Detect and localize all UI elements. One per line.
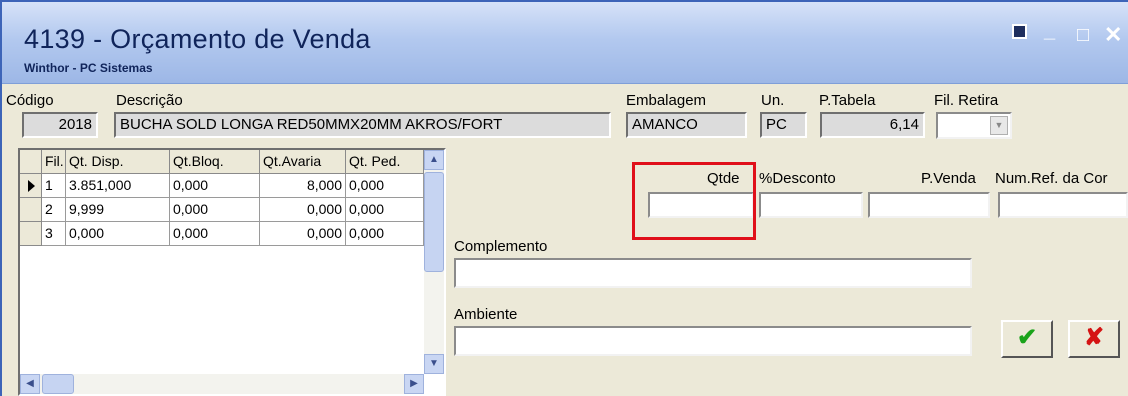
confirm-button[interactable]: ✔ xyxy=(1001,320,1053,358)
cell-fil[interactable]: 3 xyxy=(42,222,66,246)
scroll-up-icon[interactable]: ▲ xyxy=(424,150,444,170)
fil-retira-label: Fil. Retira xyxy=(934,92,999,109)
cell-qt-bloq[interactable]: 0,000 xyxy=(170,198,260,222)
p-tabela-field[interactable]: 6,14 xyxy=(820,112,925,138)
checkmark-icon: ✔ xyxy=(1016,324,1038,351)
chevron-down-icon[interactable]: ▼ xyxy=(990,116,1008,135)
horizontal-scroll-thumb[interactable] xyxy=(42,374,74,394)
cell-fil[interactable]: 1 xyxy=(42,174,66,198)
scroll-right-icon[interactable]: ▶ xyxy=(404,374,424,394)
row-indicator xyxy=(20,222,42,246)
current-row-icon xyxy=(28,180,35,192)
descricao-label: Descrição xyxy=(116,92,183,109)
unidade-field[interactable]: PC xyxy=(760,112,807,138)
num-ref-field[interactable] xyxy=(998,192,1128,218)
col-qt-disp[interactable]: Qt. Disp. xyxy=(66,150,170,174)
ambiente-field[interactable] xyxy=(454,326,972,356)
scroll-left-icon[interactable]: ◀ xyxy=(20,374,40,394)
cell-qt-bloq[interactable]: 0,000 xyxy=(170,174,260,198)
cell-qt-disp[interactable]: 3.851,000 xyxy=(66,174,170,198)
cell-fil[interactable]: 2 xyxy=(42,198,66,222)
qtde-highlight-box xyxy=(632,162,756,240)
x-icon: ✘ xyxy=(1083,324,1105,351)
complemento-label: Complemento xyxy=(454,238,548,255)
embalagem-label: Embalagem xyxy=(626,92,707,109)
complemento-field[interactable] xyxy=(454,258,972,288)
row-indicator xyxy=(20,198,42,222)
close-button[interactable]: ✕ xyxy=(1104,22,1122,48)
fil-retira-select[interactable]: ▼ xyxy=(936,112,1012,139)
cell-qt-disp[interactable]: 9,999 xyxy=(66,198,170,222)
p-tabela-label: P.Tabela xyxy=(819,92,876,109)
vertical-scrollbar[interactable]: ▲ ▼ xyxy=(424,150,444,374)
maximize-button[interactable]: □ xyxy=(1077,24,1089,47)
window-subtitle: Winthor - PC Sistemas xyxy=(24,61,153,75)
col-qt-avaria[interactable]: Qt.Avaria xyxy=(260,150,346,174)
codigo-field[interactable]: 2018 xyxy=(22,112,98,138)
unidade-label: Un. xyxy=(761,92,785,109)
cell-qt-ped[interactable]: 0,000 xyxy=(346,222,424,246)
grid-header: Fil. Qt. Disp. Qt.Bloq. Qt.Avaria Qt. Pe… xyxy=(20,150,424,174)
vertical-scroll-thumb[interactable] xyxy=(424,172,444,272)
p-venda-label: P.Venda xyxy=(921,170,976,187)
restore-icon[interactable] xyxy=(1012,24,1027,39)
col-qt-ped[interactable]: Qt. Ped. xyxy=(346,150,424,174)
cancel-button[interactable]: ✘ xyxy=(1068,320,1120,358)
p-venda-field[interactable] xyxy=(868,192,990,218)
desconto-label: %Desconto xyxy=(759,170,836,187)
grid-corner xyxy=(20,150,42,174)
table-row[interactable]: 1 3.851,000 0,000 8,000 0,000 xyxy=(20,174,424,198)
cell-qt-avaria[interactable]: 0,000 xyxy=(260,198,346,222)
window-title: 4139 - Orçamento de Venda xyxy=(24,24,371,54)
cell-qt-ped[interactable]: 0,000 xyxy=(346,174,424,198)
title-bar[interactable]: 4139 - Orçamento de Venda Winthor - PC S… xyxy=(2,2,1128,84)
col-fil[interactable]: Fil. xyxy=(42,150,66,174)
embalagem-field[interactable]: AMANCO xyxy=(626,112,747,138)
cell-qt-avaria[interactable]: 8,000 xyxy=(260,174,346,198)
cell-qt-disp[interactable]: 0,000 xyxy=(66,222,170,246)
desconto-field[interactable] xyxy=(759,192,863,218)
num-ref-label: Num.Ref. da Cor xyxy=(995,170,1108,187)
row-indicator xyxy=(20,174,42,198)
stock-grid[interactable]: Fil. Qt. Disp. Qt.Bloq. Qt.Avaria Qt. Pe… xyxy=(18,148,446,396)
order-window: 4139 - Orçamento de Venda Winthor - PC S… xyxy=(0,0,1128,396)
ambiente-label: Ambiente xyxy=(454,306,518,323)
cell-qt-avaria[interactable]: 0,000 xyxy=(260,222,346,246)
cell-qt-bloq[interactable]: 0,000 xyxy=(170,222,260,246)
table-row[interactable]: 2 9,999 0,000 0,000 0,000 xyxy=(20,198,424,222)
col-qt-bloq[interactable]: Qt.Bloq. xyxy=(170,150,260,174)
descricao-field[interactable]: BUCHA SOLD LONGA RED50MMX20MM AKROS/FORT xyxy=(114,112,611,138)
minimize-button[interactable]: _ xyxy=(1044,20,1055,43)
scroll-down-icon[interactable]: ▼ xyxy=(424,354,444,374)
table-row[interactable]: 3 0,000 0,000 0,000 0,000 xyxy=(20,222,424,246)
cell-qt-ped[interactable]: 0,000 xyxy=(346,198,424,222)
horizontal-scrollbar[interactable]: ◀ ▶ xyxy=(20,374,424,394)
codigo-label: Código xyxy=(6,92,54,109)
